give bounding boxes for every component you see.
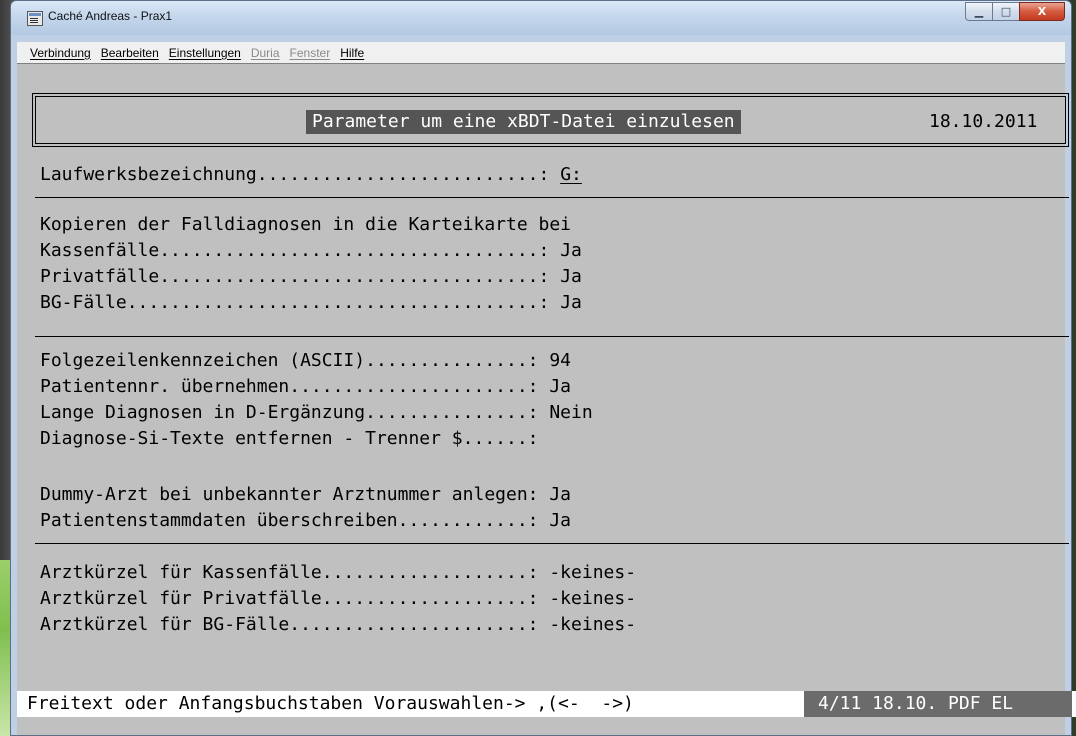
menu-bearbeiten[interactable]: Bearbeiten <box>96 46 164 60</box>
field-row-diagnose-si-texte[interactable]: Diagnose-Si-Texte entfernen - Trenner $.… <box>40 428 549 450</box>
field-value[interactable]: Ja <box>549 510 571 531</box>
menu-duria[interactable]: Duria <box>246 46 285 60</box>
field-row-arztkuerzel-privat[interactable]: Arztkürzel für Privatfälle..............… <box>40 588 636 610</box>
field-label: Privatfälle.............................… <box>40 266 550 287</box>
app-window: Caché Andreas - Prax1 ▁ □ X Verbindung B… <box>10 0 1076 736</box>
field-value[interactable]: Ja <box>549 376 571 397</box>
copy-section-heading: Kopieren der Falldiagnosen in die Kartei… <box>40 214 572 235</box>
menu-hilfe[interactable]: Hilfe <box>335 46 369 60</box>
field-label: Kassenfälle.............................… <box>40 240 550 261</box>
window-title: Caché Andreas - Prax1 <box>48 9 173 23</box>
field-value[interactable]: Nein <box>549 402 592 423</box>
title-bar[interactable]: Caché Andreas - Prax1 ▁ □ X <box>11 1 1071 35</box>
field-row-patientenstammdaten[interactable]: Patientenstammdaten überschreiben.......… <box>40 510 571 532</box>
status-line: Freitext oder Anfangsbuchstaben Vorauswa… <box>17 691 1076 717</box>
field-label: Arztkürzel für BG-Fälle.................… <box>40 614 539 635</box>
field-label: Laufwerksbezeichnung....................… <box>40 164 550 185</box>
field-row-privatfaelle[interactable]: Privatfälle.............................… <box>40 266 582 288</box>
terminal-screen[interactable]: Parameter um eine xBDT-Datei einzulesen … <box>17 63 1076 735</box>
field-label: Arztkürzel für Kassenfälle..............… <box>40 562 539 583</box>
field-label: Patientennr. übernehmen.................… <box>40 376 539 397</box>
field-label: Dummy-Arzt bei unbekannter Arztnummer an… <box>40 484 539 505</box>
field-value[interactable]: Ja <box>560 292 582 313</box>
field-row-kassenfaelle[interactable]: Kassenfälle.............................… <box>40 240 582 262</box>
field-row-arztkuerzel-bg[interactable]: Arztkürzel für BG-Fälle.................… <box>40 614 636 636</box>
page-title: Parameter um eine xBDT-Datei einzulesen <box>306 110 741 134</box>
field-label: Diagnose-Si-Texte entfernen - Trenner $.… <box>40 428 539 449</box>
section-divider <box>35 197 1069 198</box>
field-row-folgezeilenkennzeichen[interactable]: Folgezeilenkennzeichen (ASCII)..........… <box>40 350 571 372</box>
field-value[interactable]: -keines- <box>549 614 636 635</box>
header-date: 18.10.2011 <box>929 111 1038 132</box>
field-label: Folgezeilenkennzeichen (ASCII)..........… <box>40 350 539 371</box>
close-button[interactable]: X <box>1019 2 1065 21</box>
field-label: BG-Fälle................................… <box>40 292 550 313</box>
menu-verbindung[interactable]: Verbindung <box>17 46 96 60</box>
section-divider <box>35 336 1069 337</box>
field-value[interactable]: Ja <box>560 240 582 261</box>
menu-fenster[interactable]: Fenster <box>285 46 336 60</box>
field-value[interactable]: Ja <box>549 484 571 505</box>
field-label: Lange Diagnosen in D-Ergänzung..........… <box>40 402 539 423</box>
field-value[interactable]: -keines- <box>549 588 636 609</box>
status-info: 4/11 18.10. PDF EL <box>804 691 1072 717</box>
section-divider <box>35 543 1069 544</box>
field-row-arztkuerzel-kasse[interactable]: Arztkürzel für Kassenfälle..............… <box>40 562 636 584</box>
maximize-button[interactable]: □ <box>992 2 1019 21</box>
field-row-bg-faelle[interactable]: BG-Fälle................................… <box>40 292 582 314</box>
menu-bar: Verbindung Bearbeiten Einstellungen Duri… <box>17 42 1065 63</box>
status-prompt: Freitext oder Anfangsbuchstaben Vorauswa… <box>27 693 634 714</box>
field-value[interactable]: -keines- <box>549 562 636 583</box>
drive-row[interactable]: Laufwerksbezeichnung....................… <box>40 164 582 186</box>
drive-value[interactable]: G: <box>560 164 582 185</box>
minimize-button[interactable]: ▁ <box>965 2 992 21</box>
field-value[interactable]: Ja <box>560 266 582 287</box>
field-row-patientennr[interactable]: Patientennr. übernehmen.................… <box>40 376 571 398</box>
field-row-lange-diagnosen[interactable]: Lange Diagnosen in D-Ergänzung..........… <box>40 402 593 424</box>
field-label: Arztkürzel für Privatfälle..............… <box>40 588 539 609</box>
field-label: Patientenstammdaten überschreiben.......… <box>40 510 539 531</box>
app-terminal-icon[interactable] <box>27 11 43 26</box>
window-controls: ▁ □ X <box>965 2 1065 22</box>
menu-einstellungen[interactable]: Einstellungen <box>164 46 246 60</box>
field-row-dummy-arzt[interactable]: Dummy-Arzt bei unbekannter Arztnummer an… <box>40 484 571 506</box>
field-value[interactable]: 94 <box>549 350 571 371</box>
